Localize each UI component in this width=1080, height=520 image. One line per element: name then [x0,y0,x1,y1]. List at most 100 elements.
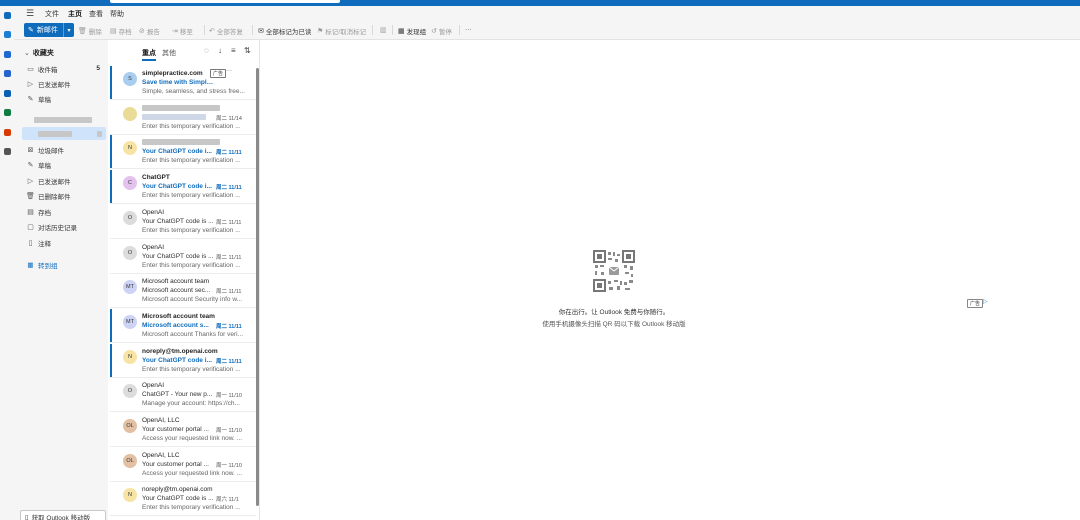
hamburger-menu-icon[interactable]: ☰ [26,8,34,19]
archive-button[interactable]: ▤ 存档 [110,26,132,36]
discover-groups-button[interactable]: ▦ 发现组 [398,26,426,36]
ribbon-divider [252,25,253,35]
folder-label: 已删除邮件 [38,193,71,201]
excel-app-icon[interactable] [2,108,12,118]
tab-focused[interactable]: 重点 [142,48,156,61]
sent-icon: ▷ [27,80,34,88]
message-item[interactable]: Nnoreply@tm.openai.com Your ChatGPT code … [110,482,256,517]
message-subject: Your ChatGPT code i... [142,148,212,156]
outlook-app-icon[interactable] [2,88,12,98]
new-mail-dropdown-icon[interactable]: ▾ [63,23,74,37]
folder-drafts-favorite[interactable]: ✎ 草稿 [22,92,106,105]
avatar: MT [123,314,137,329]
avatar: O [123,210,137,225]
folder-junk[interactable]: ⊠ 垃圾邮件 [22,143,106,156]
groups-icon: ▦ [398,28,405,35]
favorites-header[interactable]: ⌄ 收藏夹 [24,48,54,58]
message-preview: Enter this temporary verification ... [142,261,241,269]
compose-icon: ✎ [28,27,34,34]
menu-file[interactable]: 文件 [45,9,59,19]
tab-other[interactable]: 其他 [162,48,176,58]
account-header-redacted[interactable] [34,117,92,125]
move-button[interactable]: ⇥ 移至 [172,26,193,36]
mark-all-read-button[interactable]: ✉ 全部标记为已读 [258,26,311,36]
ribbon-divider [204,25,205,35]
calendar-app-icon[interactable] [2,30,12,40]
folder-conversation-history[interactable]: ▢ 对话历史记录 [22,220,106,233]
reply-all-button[interactable]: ↶ 全部答复 [209,26,243,36]
reading-pane-promo-subtitle: 使用手机摄像头扫描 QR 码以下载 Outlook 移动版 [542,321,686,328]
new-mail-button[interactable]: ✎ 新邮件 ▾ [24,23,74,37]
message-item[interactable]: N Your ChatGPT code i... 周二 11/11 Enter thi… [110,135,256,170]
todo-app-icon[interactable] [2,69,12,79]
message-subject: Your customer portal ... [142,426,209,433]
get-mobile-app-button[interactable]: ▯ 获取 Outlook 移动版 [20,510,106,520]
office-app-icon[interactable] [2,127,12,137]
more-apps-icon-glyph [3,148,11,155]
message-subject: Microsoft account sec... [142,287,211,295]
snooze-button[interactable]: ↺ 暂停 [431,26,452,36]
message-item[interactable]: MT Microsoft account team Microsoft accoun… [110,274,256,309]
message-list-header: 重点 其他 ◌ ↓ ≡ ⇅ [110,40,260,64]
folder-label: 存档 [38,209,51,217]
message-preview: Access your requested link now. ... [142,435,243,442]
mail-app-icon-glyph [3,11,11,19]
avatar: MT [123,280,137,295]
message-preview: Enter this temporary verification ... [142,504,241,512]
message-item[interactable]: Ssimplepractice.com 广告 ··· Save time with S… [110,66,256,100]
snooze-label: 暂停 [438,29,452,36]
message-subject: Your ChatGPT code is ... [142,252,214,260]
message-item[interactable]: C ChatGPT Your ChatGPT code i... 周二 11/11 En… [110,170,256,205]
message-item[interactable]: 周二 11/14 Enter this temporary verificatio… [110,101,256,135]
message-item[interactable]: Nnoreply@tm.openai.com Your ChatGPT code … [110,343,256,378]
more-options-button[interactable]: ··· [465,26,472,33]
avatar: C [123,176,137,191]
message-item[interactable]: O OpenAI Your ChatGPT code is ... 周二 11/11 E… [110,240,256,274]
report-button[interactable]: ⊘ 报告 [139,26,160,36]
select-mode-icon[interactable]: ◌ [204,46,209,55]
mail-app-icon[interactable] [2,10,12,20]
move-label: 移至 [179,29,193,36]
folder-inbox-favorite[interactable]: ▭ 收件箱 5 [22,62,106,75]
message-subject: Your customer portal ... [142,460,209,468]
more-icon[interactable]: ··· [226,68,232,74]
message-preview: Microsoft account Security info w... [142,296,243,304]
message-item[interactable]: O OpenAI ChatGPT - Your new p... 周一 11/10 Ma… [110,378,256,413]
avatar [123,106,137,121]
jump-icon[interactable]: ↓ [218,46,222,55]
message-item[interactable]: OL OpenAI, LLC Your customer portal ... 周一 … [110,448,256,482]
message-item[interactable]: MT Microsoft account team Microsoft accoun… [110,308,256,343]
print-button[interactable]: ▥ [380,26,389,34]
avatar: OL [123,419,137,433]
menu-view[interactable]: 查看 [89,9,103,19]
message-sender: simplepractice.com [142,70,203,77]
folder-sent-favorite[interactable]: ▷ 已发送邮件 [22,77,106,90]
delete-button[interactable]: 🗑 删除 [78,26,102,36]
message-list-scrollbar[interactable] [256,68,259,506]
flag-button[interactable]: ⚑ 标记/取消标记 [317,26,366,36]
goto-groups-link[interactable]: ▦ 转到组 [22,258,57,271]
more-apps-icon[interactable] [2,147,12,157]
redacted-sender [142,104,252,113]
app-rail [0,6,14,520]
people-app-icon[interactable] [2,49,12,59]
message-preview: Manage your account: https://ch... [142,400,240,408]
folder-archive[interactable]: ▤ 存档 [22,205,106,218]
menu-home[interactable]: 主页 [68,9,82,22]
redacted-folder-name [38,130,72,137]
folder-drafts[interactable]: ✎ 草稿 [22,158,106,171]
message-sender: Microsoft account team [142,312,215,320]
filter-icon[interactable]: ≡ [231,46,236,55]
avatar: N [123,349,137,364]
ad-choices-icon[interactable]: ▷ [983,298,988,305]
folder-label: 已发送邮件 [38,81,71,89]
search-box[interactable] [110,0,340,3]
message-item[interactable]: O OpenAI Your ChatGPT code is ... 周二 11/11 E… [110,205,256,239]
folder-notes[interactable]: ▯ 注释 [22,236,106,249]
message-item[interactable]: OL OpenAI, LLC Your customer portal ... 周一 … [110,413,256,447]
menu-help[interactable]: 帮助 [110,9,124,19]
folder-inbox-selected[interactable] [22,127,106,140]
folder-sent[interactable]: ▷ 已发送邮件 [22,174,106,187]
folder-deleted[interactable]: 🗑 已删除邮件 [22,189,106,202]
sort-icon[interactable]: ⇅ [244,46,251,55]
